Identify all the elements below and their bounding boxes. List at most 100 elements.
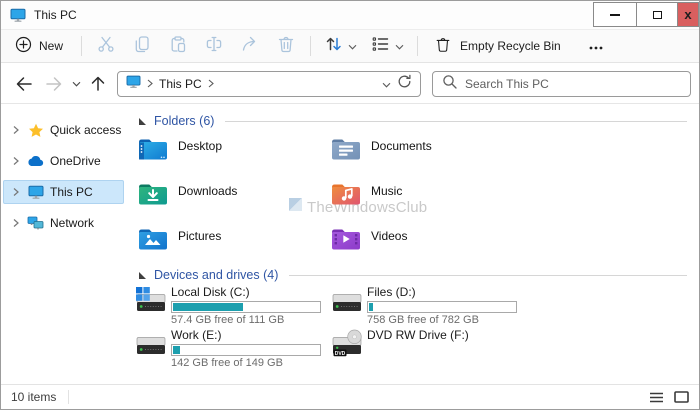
recycle-bin-icon <box>434 35 452 57</box>
drive-name: Work (E:) <box>171 328 321 342</box>
hdd-drive-icon <box>135 329 167 371</box>
drive-name: DVD RW Drive (F:) <box>367 328 469 342</box>
this-pc-monitor-icon <box>10 8 26 22</box>
capacity-bar-fill <box>173 346 180 354</box>
share-icon <box>240 34 260 59</box>
drive-item[interactable]: DVD DVD RW Drive (F:) <box>331 328 527 371</box>
sidebar-item-network[interactable]: Network <box>3 211 124 235</box>
up-button[interactable] <box>84 70 111 98</box>
rename-button[interactable] <box>196 32 232 60</box>
chevron-down-icon <box>73 82 80 86</box>
status-bar: 10 items <box>1 384 699 409</box>
list-view-icon <box>649 392 664 403</box>
collapse-triangle-icon[interactable] <box>138 117 147 126</box>
address-dropdown-chevron-icon[interactable] <box>382 75 391 93</box>
see-more-button[interactable] <box>581 32 611 60</box>
back-arrow-icon <box>18 78 32 90</box>
maximize-icon <box>653 11 662 19</box>
share-button[interactable] <box>232 32 268 60</box>
capacity-bar <box>367 301 517 313</box>
folder-item[interactable]: Desktop <box>138 136 331 181</box>
folder-item[interactable]: Music <box>331 181 524 226</box>
close-button[interactable]: x <box>677 2 699 27</box>
chevron-right-icon[interactable] <box>10 218 21 228</box>
window-controls: x <box>593 2 699 27</box>
more-ellipsis-icon <box>589 37 603 55</box>
view-button[interactable] <box>364 32 411 60</box>
thumbnails-view-button[interactable] <box>674 391 689 403</box>
music-folder-icon <box>331 181 361 206</box>
desktop-folder-icon <box>138 136 168 161</box>
sort-icon <box>324 35 343 58</box>
breadcrumb-this-pc[interactable]: This PC <box>159 77 202 91</box>
free-space-text: 57.4 GB free of 111 GB <box>171 314 321 326</box>
collapse-triangle-icon[interactable] <box>138 271 147 280</box>
window-title: This PC <box>34 8 77 22</box>
command-bar: New Empty Recycle Bin <box>1 29 699 63</box>
back-button[interactable] <box>9 70 39 98</box>
group-title: Devices and drives (4) <box>154 268 278 282</box>
drive-item[interactable]: Work (E:) 142 GB free of 149 GB <box>135 328 331 371</box>
copy-button[interactable] <box>124 32 160 60</box>
chevron-right-icon[interactable] <box>10 125 21 135</box>
new-button[interactable]: New <box>15 36 63 56</box>
videos-folder-icon <box>331 226 361 251</box>
breadcrumb-chevron-icon[interactable] <box>147 75 153 93</box>
drive-item[interactable]: Local Disk (C:) 57.4 GB free of 111 GB <box>135 285 331 328</box>
free-space-text: 142 GB free of 149 GB <box>171 357 321 369</box>
cut-button[interactable] <box>88 32 124 60</box>
toolbar-separator <box>310 36 311 56</box>
chevron-right-icon[interactable] <box>10 156 21 166</box>
cut-icon <box>96 34 116 59</box>
paste-button[interactable] <box>160 32 196 60</box>
breadcrumb-chevron-icon[interactable] <box>208 75 214 93</box>
forward-button[interactable] <box>39 70 69 98</box>
copy-icon <box>132 34 152 59</box>
capacity-bar-fill <box>369 303 373 311</box>
rename-icon <box>204 34 224 59</box>
refresh-icon[interactable] <box>397 74 412 94</box>
sidebar-item-quick-access[interactable]: Quick access <box>3 118 124 142</box>
delete-button[interactable] <box>268 32 304 60</box>
address-bar[interactable]: This PC <box>117 71 421 97</box>
search-box[interactable] <box>432 71 691 97</box>
sidebar-item-onedrive[interactable]: OneDrive <box>3 149 124 173</box>
folder-item[interactable]: Downloads <box>138 181 331 226</box>
chevron-down-icon <box>348 37 357 55</box>
group-header-rule <box>225 121 687 122</box>
empty-recycle-bin-button[interactable]: Empty Recycle Bin <box>424 32 571 60</box>
this-pc-monitor-icon <box>126 75 141 93</box>
delete-icon <box>276 34 296 59</box>
items-view: TheWindowsClub Folders (6) Desktop Docum… <box>127 105 699 384</box>
downloads-folder-icon <box>138 181 168 206</box>
hdd-windows-drive-icon <box>135 286 167 328</box>
cloud-icon <box>26 155 45 167</box>
maximize-button[interactable] <box>636 2 678 27</box>
group-header-drives: Devices and drives (4) <box>138 268 687 282</box>
navigation-pane: Quick access OneDrive This PC Network <box>1 105 127 384</box>
minimize-button[interactable] <box>593 2 637 27</box>
dvd-drive-icon: DVD <box>331 329 363 371</box>
recent-locations-button[interactable] <box>69 70 84 98</box>
file-explorer-window: This PC x New Empty Recycl <box>0 0 700 410</box>
drive-item[interactable]: Files (D:) 758 GB free of 782 GB <box>331 285 527 328</box>
items-count: 10 items <box>11 390 56 404</box>
toolbar-separator <box>417 36 418 56</box>
view-icon <box>371 36 390 57</box>
titlebar: This PC x <box>1 1 699 29</box>
details-view-button[interactable] <box>649 392 664 403</box>
sidebar-item-this-pc[interactable]: This PC <box>3 180 124 204</box>
monitor-icon <box>26 185 45 199</box>
pictures-folder-icon <box>138 226 168 251</box>
group-header-rule <box>289 275 687 276</box>
search-input[interactable] <box>465 77 681 91</box>
folder-item[interactable]: Pictures <box>138 226 331 271</box>
sort-button[interactable] <box>317 32 364 60</box>
chevron-right-icon[interactable] <box>10 187 21 197</box>
folder-item[interactable]: Documents <box>331 136 524 181</box>
close-icon: x <box>684 7 691 22</box>
folder-item[interactable]: Videos <box>331 226 524 271</box>
toolbar-separator <box>81 36 82 56</box>
paste-icon <box>168 34 188 59</box>
documents-folder-icon <box>331 136 361 161</box>
